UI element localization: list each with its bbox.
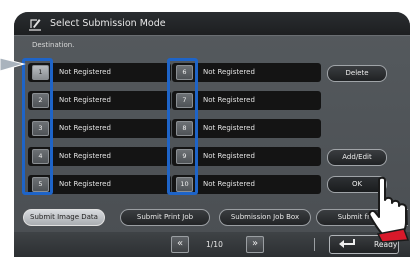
pointing-hand-icon <box>368 176 410 242</box>
document-pen-icon <box>29 18 41 31</box>
destination-row[interactable]: 4 Not Registered <box>28 147 171 166</box>
screen-title: Select Submission Mode <box>50 18 166 29</box>
destination-number-button[interactable]: 2 <box>32 93 49 108</box>
destination-row[interactable]: 10 Not Registered <box>172 175 321 194</box>
destination-row[interactable]: 7 Not Registered <box>172 91 321 110</box>
previous-page-button[interactable]: « <box>171 236 189 253</box>
destination-row[interactable]: 6 Not Registered <box>172 63 321 82</box>
destination-status: Not Registered <box>203 180 255 188</box>
destination-row[interactable]: 5 Not Registered <box>28 175 171 194</box>
destination-number-button[interactable]: 10 <box>176 177 193 192</box>
bottom-bar: « 1/10 » Ready <box>14 232 410 257</box>
destination-number-button[interactable]: 9 <box>176 149 193 164</box>
destination-row[interactable]: 9 Not Registered <box>172 147 321 166</box>
destination-status: Not Registered <box>203 124 255 132</box>
delete-button[interactable]: Delete <box>327 65 387 82</box>
tab-submission-job-box[interactable]: Submission Job Box <box>219 209 311 226</box>
mode-tabs: Submit Image Data Submit Print Job Submi… <box>14 207 410 229</box>
return-arrow-icon <box>339 239 355 248</box>
tab-submit-image-data[interactable]: Submit Image Data <box>23 209 105 226</box>
destination-status: Not Registered <box>203 68 255 76</box>
divider <box>314 238 315 251</box>
destination-number-button[interactable]: 6 <box>176 65 193 80</box>
destination-row[interactable]: 8 Not Registered <box>172 119 321 138</box>
page-indicator: 1/10 <box>206 240 223 249</box>
destination-status: Not Registered <box>203 152 255 160</box>
add-edit-button[interactable]: Add/Edit <box>327 149 387 166</box>
next-page-button[interactable]: » <box>246 236 264 253</box>
tab-submit-print-job[interactable]: Submit Print Job <box>120 209 210 226</box>
destination-label: Destination. <box>32 41 75 49</box>
destination-row[interactable]: 1 Not Registered <box>28 63 171 82</box>
destination-number-button[interactable]: 4 <box>32 149 49 164</box>
destination-status: Not Registered <box>59 124 111 132</box>
destination-row[interactable]: 3 Not Registered <box>28 119 171 138</box>
destination-status: Not Registered <box>203 96 255 104</box>
destination-status: Not Registered <box>59 68 111 76</box>
destination-number-button[interactable]: 7 <box>176 93 193 108</box>
destination-number-button[interactable]: 5 <box>32 177 49 192</box>
destination-status: Not Registered <box>59 180 111 188</box>
destination-status: Not Registered <box>59 152 111 160</box>
touch-panel-screen: Select Submission Mode Destination. 1 No… <box>14 12 410 257</box>
destination-number-button[interactable]: 3 <box>32 121 49 136</box>
destination-number-button[interactable]: 1 <box>32 65 49 80</box>
destination-status: Not Registered <box>59 96 111 104</box>
destination-row[interactable]: 2 Not Registered <box>28 91 171 110</box>
destination-number-button[interactable]: 8 <box>176 121 193 136</box>
title-bar: Select Submission Mode <box>14 12 410 36</box>
